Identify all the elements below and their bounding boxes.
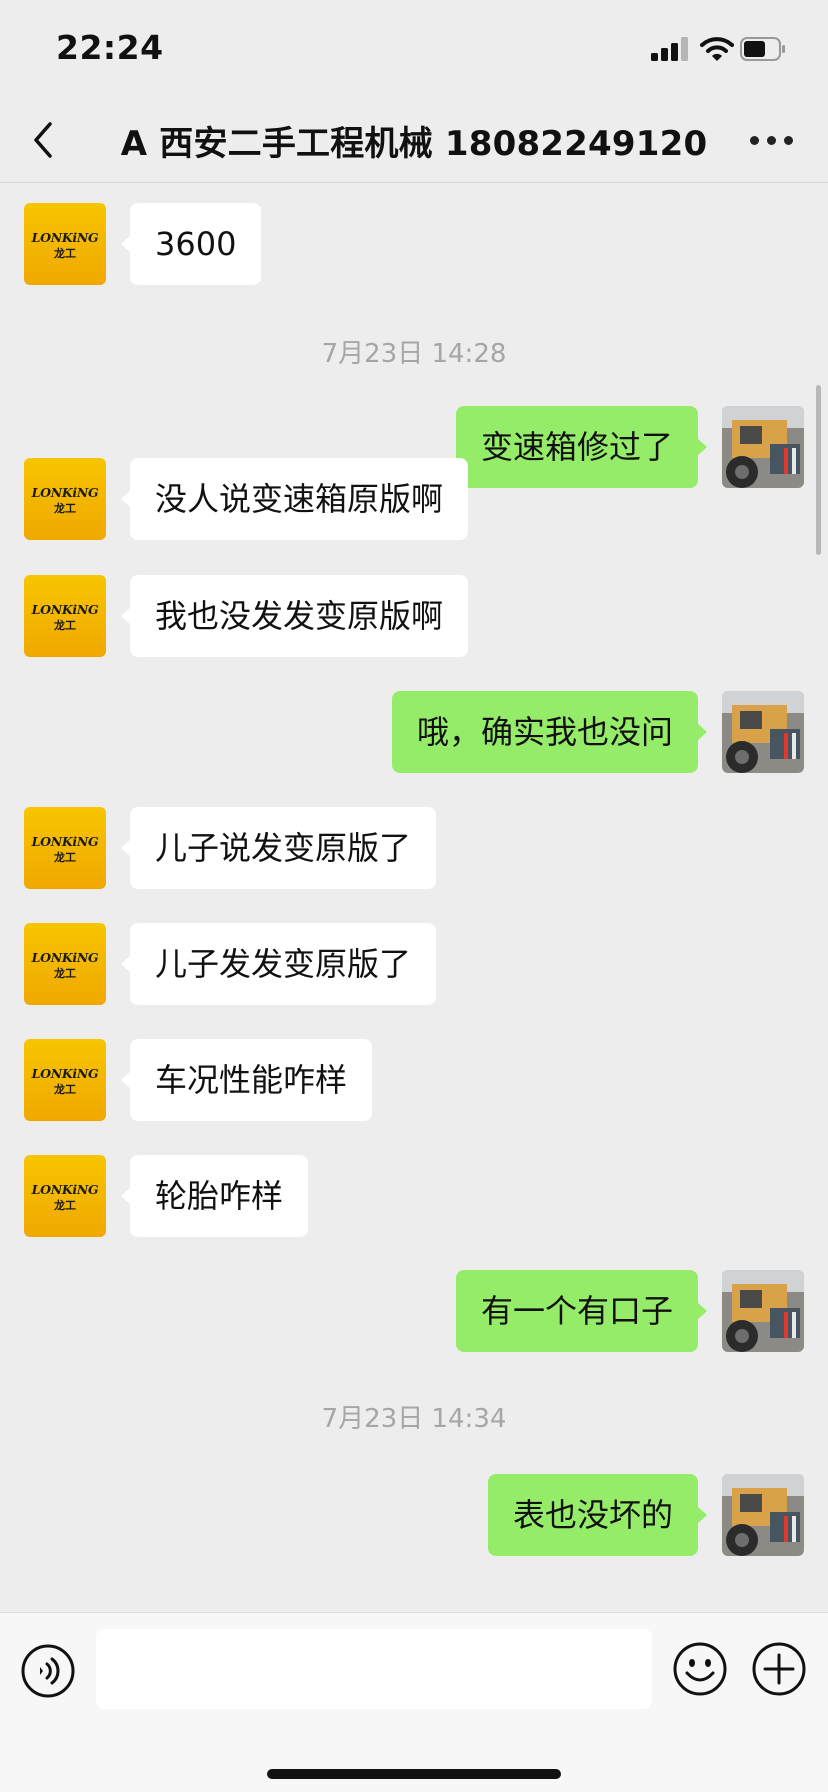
back-icon[interactable]	[28, 118, 62, 162]
lonking-logo-cn: 龙工	[54, 502, 76, 515]
lonking-logo-cn: 龙工	[54, 967, 76, 980]
lonking-logo-cn: 龙工	[54, 619, 76, 632]
contact-avatar[interactable]: LONKiNG 龙工	[24, 1039, 106, 1121]
message-input[interactable]	[96, 1629, 652, 1709]
lonking-logo-text: LONKiNG	[31, 230, 99, 245]
lonking-logo-cn: 龙工	[54, 1199, 76, 1212]
loader-photo	[722, 1270, 804, 1352]
voice-icon[interactable]	[20, 1643, 76, 1699]
message-bubble-received[interactable]: 儿子发发变原版了	[120, 923, 437, 1005]
my-avatar[interactable]	[722, 1270, 804, 1352]
contact-avatar[interactable]: LONKiNG 龙工	[24, 203, 106, 285]
message-bubble-received[interactable]: 儿子说发变原版了	[120, 807, 437, 889]
more-icon[interactable]	[750, 136, 794, 148]
message-bubble-sent[interactable]: 有一个有口子	[455, 1270, 708, 1352]
timestamp: 7月23日 14:28	[321, 339, 507, 369]
chat-title: A 西安二手工程机械 18082249120	[120, 124, 708, 164]
message-bubble-received[interactable]: 我也没发发变原版啊	[120, 575, 469, 657]
chat-header: A 西安二手工程机械 18082249120	[0, 96, 828, 183]
loader-photo	[722, 406, 804, 488]
loader-photo	[722, 1474, 804, 1556]
scrollbar[interactable]	[816, 385, 821, 555]
wifi-icon	[700, 37, 734, 61]
my-avatar[interactable]	[722, 691, 804, 773]
lonking-logo-text: LONKiNG	[31, 602, 99, 617]
message-bubble-received[interactable]: 轮胎咋样	[120, 1155, 309, 1237]
my-avatar[interactable]	[722, 1474, 804, 1556]
contact-avatar[interactable]: LONKiNG 龙工	[24, 458, 106, 540]
message-list[interactable]: LONKiNG 龙工 3600 7月23日 14:28 变速箱修过了 LONKi…	[0, 183, 828, 1612]
message-bubble-sent[interactable]: 表也没坏的	[487, 1474, 708, 1556]
signal-icon	[651, 37, 691, 61]
input-bar	[0, 1612, 828, 1792]
status-bar: 22:24	[0, 0, 828, 96]
home-indicator[interactable]	[267, 1769, 561, 1779]
message-bubble-received[interactable]: 3600	[120, 203, 262, 285]
contact-avatar[interactable]: LONKiNG 龙工	[24, 1155, 106, 1237]
contact-avatar[interactable]: LONKiNG 龙工	[24, 807, 106, 889]
contact-avatar[interactable]: LONKiNG 龙工	[24, 575, 106, 657]
plus-icon[interactable]	[751, 1641, 807, 1697]
contact-avatar[interactable]: LONKiNG 龙工	[24, 923, 106, 1005]
timestamp: 7月23日 14:34	[321, 1404, 507, 1434]
lonking-logo-cn: 龙工	[54, 1083, 76, 1096]
message-bubble-sent[interactable]: 哦，确实我也没问	[391, 691, 708, 773]
lonking-logo-text: LONKiNG	[31, 1066, 99, 1081]
lonking-logo-text: LONKiNG	[31, 485, 99, 500]
lonking-logo-text: LONKiNG	[31, 834, 99, 849]
message-bubble-received[interactable]: 没人说变速箱原版啊	[120, 458, 469, 540]
lonking-logo-text: LONKiNG	[31, 950, 99, 965]
lonking-logo-cn: 龙工	[54, 247, 76, 260]
lonking-logo-cn: 龙工	[54, 851, 76, 864]
battery-icon	[740, 37, 785, 61]
message-bubble-sent[interactable]: 变速箱修过了	[455, 406, 708, 488]
status-time: 22:24	[56, 28, 164, 67]
emoji-icon[interactable]	[672, 1641, 728, 1697]
message-bubble-received[interactable]: 车况性能咋样	[120, 1039, 373, 1121]
my-avatar[interactable]	[722, 406, 804, 488]
lonking-logo-text: LONKiNG	[31, 1182, 99, 1197]
loader-photo	[722, 691, 804, 773]
